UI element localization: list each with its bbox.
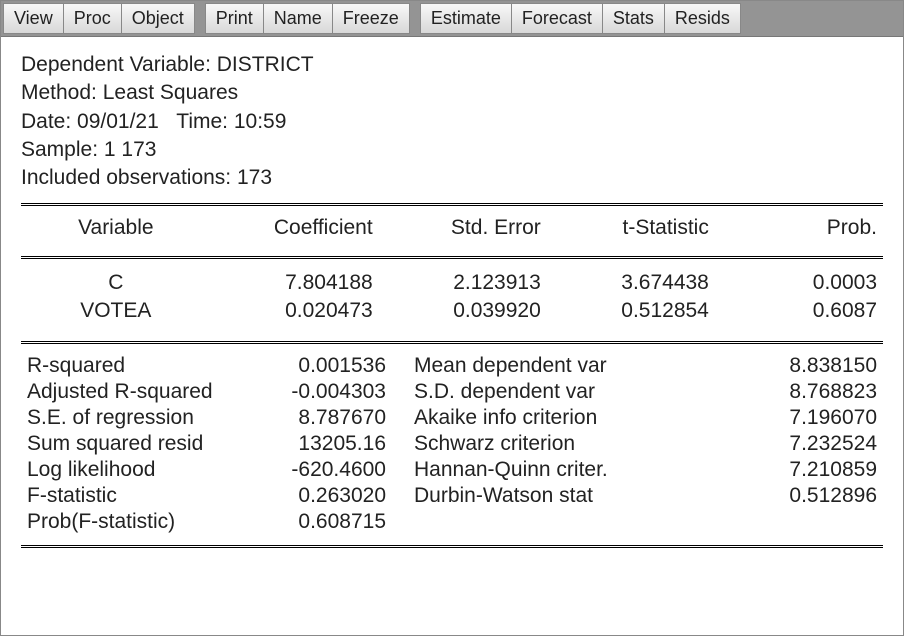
coef-var: C <box>21 263 211 297</box>
obs-value: 173 <box>237 166 272 189</box>
method-value: Least Squares <box>103 81 238 104</box>
stat-value: 7.196070 <box>672 405 883 431</box>
view-button[interactable]: View <box>3 3 64 34</box>
rule-bottom <box>21 545 883 548</box>
date-time-line: Date: 09/01/21 Time: 10:59 <box>21 108 883 136</box>
col-stderr: Std. Error <box>379 210 547 246</box>
stat-label: S.E. of regression <box>21 405 258 431</box>
stat-label <box>408 509 672 535</box>
observations-line: Included observations: 173 <box>21 164 883 192</box>
stat-label: R-squared <box>21 348 258 379</box>
stat-value: 0.263020 <box>258 483 408 509</box>
coef-se: 0.039920 <box>379 297 547 331</box>
output-window: View Proc Object Print Name Freeze Estim… <box>0 0 904 636</box>
stats-row: Log likelihood -620.4600 Hannan-Quinn cr… <box>21 457 883 483</box>
proc-button[interactable]: Proc <box>63 3 122 34</box>
toolbar-group-1: View Proc Object <box>3 3 195 34</box>
rule-mid <box>21 341 883 344</box>
object-button[interactable]: Object <box>121 3 195 34</box>
print-button[interactable]: Print <box>205 3 264 34</box>
stat-value: 8.768823 <box>672 379 883 405</box>
stats-row: F-statistic 0.263020 Durbin-Watson stat … <box>21 483 883 509</box>
estimate-button[interactable]: Estimate <box>420 3 512 34</box>
coef-t: 0.512854 <box>547 297 715 331</box>
stats-row: Adjusted R-squared -0.004303 S.D. depend… <box>21 379 883 405</box>
stat-value: 0.001536 <box>258 348 408 379</box>
name-button[interactable]: Name <box>263 3 333 34</box>
stat-label: Schwarz criterion <box>408 431 672 457</box>
stat-label: Log likelihood <box>21 457 258 483</box>
freeze-button[interactable]: Freeze <box>332 3 410 34</box>
stat-value: 7.210859 <box>672 457 883 483</box>
stat-label: Sum squared resid <box>21 431 258 457</box>
stat-label: Durbin-Watson stat <box>408 483 672 509</box>
stat-label: Adjusted R-squared <box>21 379 258 405</box>
stat-label: Akaike info criterion <box>408 405 672 431</box>
method-line: Method: Least Squares <box>21 79 883 107</box>
dep-var-value: DISTRICT <box>217 53 314 76</box>
time-label: Time: <box>176 110 234 133</box>
sample-label: Sample: <box>21 138 104 161</box>
stats-row: S.E. of regression 8.787670 Akaike info … <box>21 405 883 431</box>
stats-button[interactable]: Stats <box>602 3 665 34</box>
rule-top <box>21 203 883 206</box>
coefficient-table: Variable Coefficient Std. Error t-Statis… <box>21 210 883 246</box>
col-prob: Prob. <box>715 210 883 246</box>
toolbar-group-2: Print Name Freeze <box>205 3 410 34</box>
stat-label: Prob(F-statistic) <box>21 509 258 535</box>
summary-stats-table: R-squared 0.001536 Mean dependent var 8.… <box>21 348 883 535</box>
stats-row: Prob(F-statistic) 0.608715 <box>21 509 883 535</box>
coef-t: 3.674438 <box>547 263 715 297</box>
stat-value: 13205.16 <box>258 431 408 457</box>
stat-label: Mean dependent var <box>408 348 672 379</box>
stat-value: 8.787670 <box>258 405 408 431</box>
coef-se: 2.123913 <box>379 263 547 297</box>
stat-label: F-statistic <box>21 483 258 509</box>
regression-output: Dependent Variable: DISTRICT Method: Lea… <box>1 37 903 566</box>
stat-value: 0.608715 <box>258 509 408 535</box>
dep-var-label: Dependent Variable: <box>21 53 217 76</box>
coefficient-table-body: C 7.804188 2.123913 3.674438 0.0003 VOTE… <box>21 263 883 331</box>
coef-val: 7.804188 <box>211 263 379 297</box>
forecast-button[interactable]: Forecast <box>511 3 603 34</box>
stat-value: -620.4600 <box>258 457 408 483</box>
stat-value: 0.512896 <box>672 483 883 509</box>
stats-row: R-squared 0.001536 Mean dependent var 8.… <box>21 348 883 379</box>
date-value: 09/01/21 <box>77 110 159 133</box>
obs-label: Included observations: <box>21 166 237 189</box>
col-tstat: t-Statistic <box>547 210 715 246</box>
sample-value: 1 173 <box>104 138 157 161</box>
stat-value: 8.838150 <box>672 348 883 379</box>
toolbar-group-3: Estimate Forecast Stats Resids <box>420 3 741 34</box>
stats-row: Sum squared resid 13205.16 Schwarz crite… <box>21 431 883 457</box>
resids-button[interactable]: Resids <box>664 3 741 34</box>
toolbar: View Proc Object Print Name Freeze Estim… <box>1 1 903 37</box>
dependent-variable-line: Dependent Variable: DISTRICT <box>21 51 883 79</box>
stat-value <box>672 509 883 535</box>
coef-row: C 7.804188 2.123913 3.674438 0.0003 <box>21 263 883 297</box>
stat-value: 7.232524 <box>672 431 883 457</box>
rule-header <box>21 256 883 259</box>
col-coefficient: Coefficient <box>211 210 379 246</box>
coef-p: 0.6087 <box>715 297 883 331</box>
method-label: Method: <box>21 81 103 104</box>
time-value: 10:59 <box>234 110 287 133</box>
date-label: Date: <box>21 110 77 133</box>
stat-label: Hannan-Quinn criter. <box>408 457 672 483</box>
col-variable: Variable <box>21 210 211 246</box>
stat-value: -0.004303 <box>258 379 408 405</box>
stat-label: S.D. dependent var <box>408 379 672 405</box>
sample-line: Sample: 1 173 <box>21 136 883 164</box>
coef-val: 0.020473 <box>211 297 379 331</box>
coef-p: 0.0003 <box>715 263 883 297</box>
output-header: Dependent Variable: DISTRICT Method: Lea… <box>21 51 883 193</box>
coef-row: VOTEA 0.020473 0.039920 0.512854 0.6087 <box>21 297 883 331</box>
coef-var: VOTEA <box>21 297 211 331</box>
coef-header-row: Variable Coefficient Std. Error t-Statis… <box>21 210 883 246</box>
